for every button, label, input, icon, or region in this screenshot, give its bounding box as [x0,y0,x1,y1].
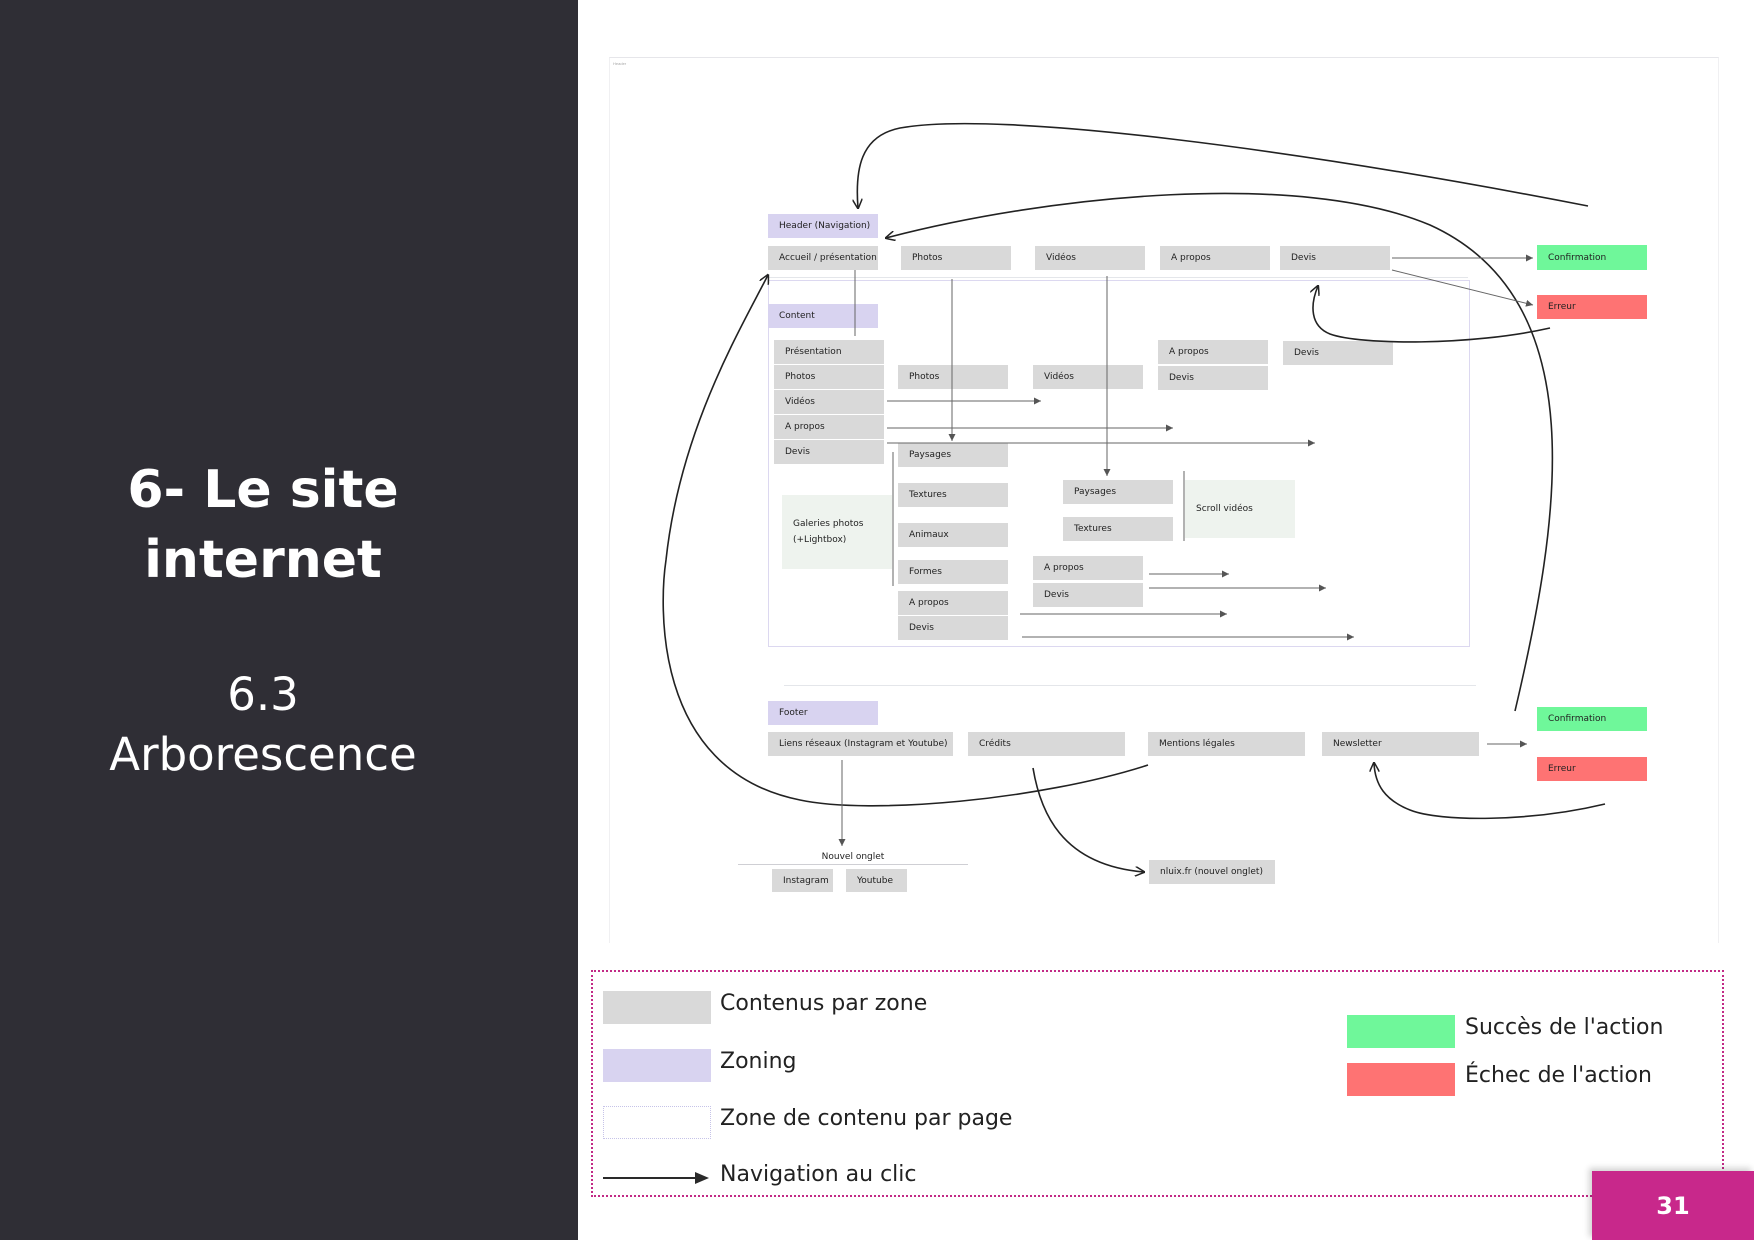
arrow-credits-to-link [1032,767,1144,872]
arrow-footer-confirmation-to-accueil [886,192,1554,712]
arrow-footer-error-to-newsletter [1374,763,1606,820]
arrow-legal-to-accueil [662,275,1149,807]
legend-swatch-failure [1347,1063,1455,1096]
legend-label-failure: Échec de l'action [1465,1063,1652,1088]
arrow-error-to-devis [1313,286,1551,343]
legend-arrow-icon [603,1172,709,1184]
legend-label-content: Contenus par zone [720,991,928,1016]
legend-swatch-page-zone [603,1106,711,1139]
legend-label-zoning: Zoning [720,1049,797,1074]
arrow-confirmation-to-header [857,122,1589,208]
legend-swatch-zoning [603,1049,711,1082]
legend-label-navigation: Navigation au clic [720,1162,917,1187]
arrow-devis-to-error [1391,269,1534,307]
page-number: 31 [1656,1191,1690,1220]
legend-swatch-content [603,991,711,1024]
legend-swatch-success [1347,1015,1455,1048]
legend-label-success: Succès de l'action [1465,1015,1664,1040]
legend-label-page-zone: Zone de contenu par page [720,1106,1013,1131]
page-number-badge: 31 [1592,1171,1754,1240]
